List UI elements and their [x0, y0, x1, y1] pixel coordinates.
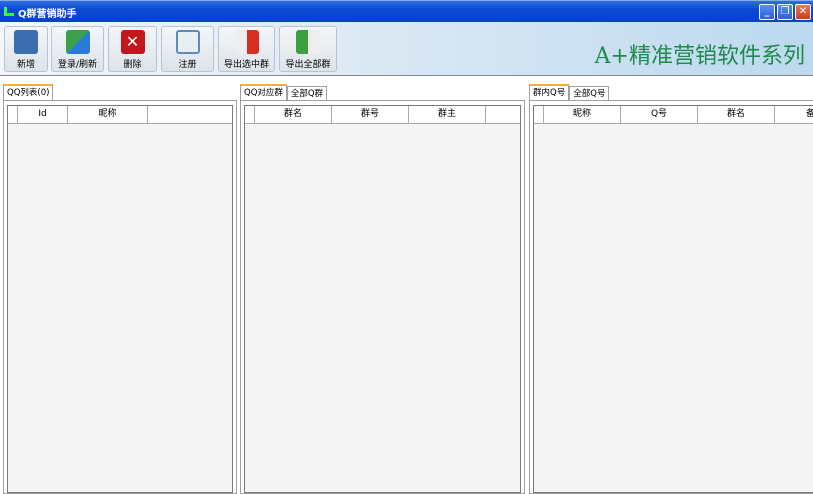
export-selected-icon — [234, 30, 259, 54]
window-title: Q群营销助手 — [18, 9, 77, 20]
restore-button[interactable]: ❐ — [777, 4, 793, 20]
app-icon — [4, 7, 14, 16]
toolbar: 新增 登录/刷新 ✕ 删除 注册 导出选中群 导出全部群 A+精准营销软件系列 — [0, 22, 813, 76]
register-button[interactable]: 注册 — [161, 26, 214, 72]
delete-label: 删除 — [123, 60, 142, 70]
column-header-selector[interactable] — [245, 106, 255, 123]
delete-button[interactable]: ✕ 删除 — [108, 26, 157, 72]
tab-qq-groups[interactable]: QQ对应群 — [240, 84, 287, 101]
column-header-group-owner[interactable]: 群主 — [409, 106, 486, 123]
login-refresh-label: 登录/刷新 — [57, 60, 98, 70]
login-refresh-button[interactable]: 登录/刷新 — [51, 26, 104, 72]
user-add-icon — [14, 30, 38, 54]
refresh-icon — [65, 30, 90, 54]
minimize-button[interactable]: _ — [759, 4, 775, 20]
column-header-qq-number[interactable]: Q号 — [621, 106, 698, 123]
delete-icon: ✕ — [120, 30, 145, 54]
close-button[interactable]: ✕ — [795, 4, 811, 20]
groups-grid[interactable]: 群名 群号 群主 简 — [244, 105, 521, 493]
column-header-remark[interactable]: 备 — [775, 106, 813, 123]
title-bar: Q群营销助手 _ ❐ ✕ — [0, 0, 813, 22]
column-header-intro[interactable]: 简 — [486, 106, 520, 123]
register-label: 注册 — [178, 60, 197, 70]
column-header-selector[interactable] — [534, 106, 544, 123]
column-header-nickname[interactable]: 昵称 — [544, 106, 621, 123]
add-label: 新增 — [16, 60, 35, 70]
column-header-selector[interactable] — [8, 106, 18, 123]
qq-list-panel: QQ列表(0) Id 昵称 — [3, 84, 237, 494]
qq-groups-panel: QQ对应群 全部Q群 群名 群号 群主 简 — [240, 84, 525, 494]
column-header-nickname[interactable]: 昵称 — [68, 106, 148, 123]
export-selected-label: 导出选中群 — [223, 60, 269, 70]
tab-group-members[interactable]: 群内Q号 — [529, 84, 570, 101]
column-header-id[interactable]: Id — [18, 106, 68, 123]
column-header-group-name[interactable]: 群名 — [698, 106, 775, 123]
register-card-icon — [175, 30, 200, 54]
brand-slogan: A+精准营销软件系列 — [594, 44, 805, 69]
column-header-group-number[interactable]: 群号 — [332, 106, 409, 123]
export-all-icon — [296, 30, 320, 54]
tab-qq-list[interactable]: QQ列表(0) — [3, 84, 54, 101]
column-header-group-name[interactable]: 群名 — [255, 106, 332, 123]
column-header-filler — [148, 106, 232, 123]
qq-list-grid[interactable]: Id 昵称 — [7, 105, 233, 493]
export-all-label: 导出全部群 — [285, 60, 331, 70]
tab-all-qq[interactable]: 全部Q号 — [569, 86, 610, 101]
members-grid[interactable]: 昵称 Q号 群名 备 — [533, 105, 813, 493]
group-members-panel: 群内Q号 全部Q号 昵称 Q号 群名 备 — [529, 84, 813, 494]
add-button[interactable]: 新增 — [4, 26, 48, 72]
tab-all-groups[interactable]: 全部Q群 — [286, 86, 328, 101]
export-all-button[interactable]: 导出全部群 — [279, 26, 337, 72]
export-selected-button[interactable]: 导出选中群 — [218, 26, 275, 72]
